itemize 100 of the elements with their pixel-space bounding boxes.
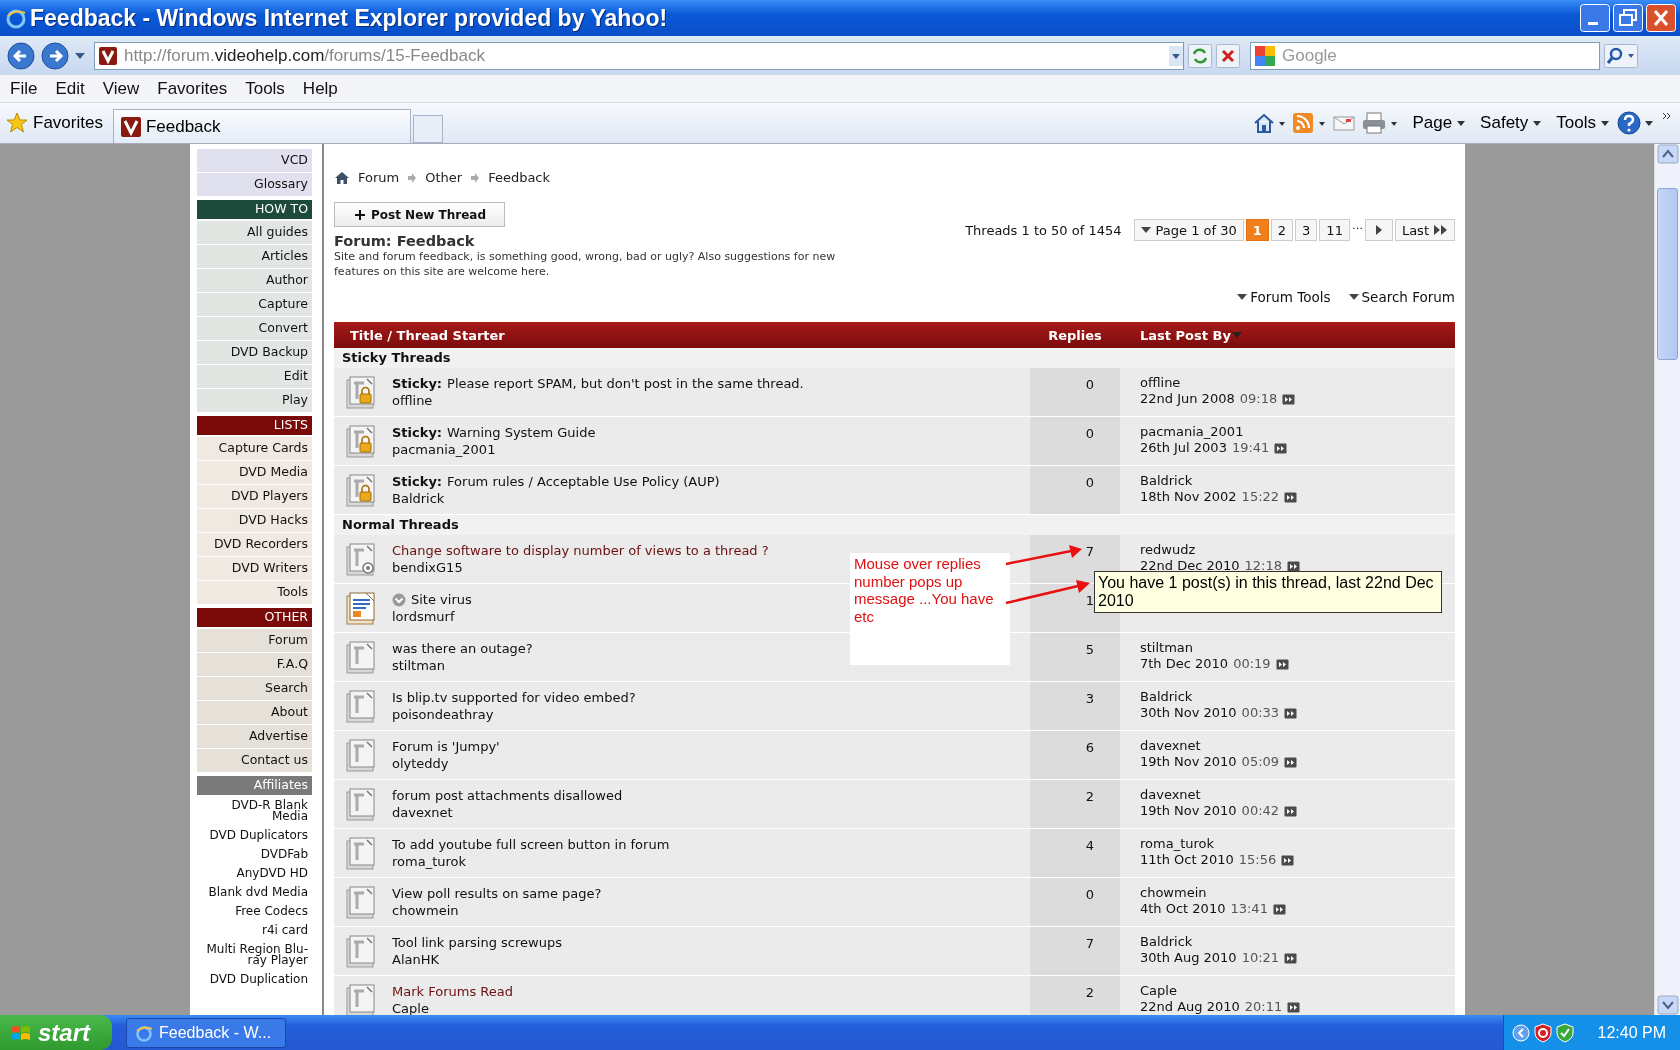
- reply-count[interactable]: 4: [1085, 838, 1094, 853]
- print-icon[interactable]: [1362, 111, 1399, 135]
- page-dropdown[interactable]: Page 1 of 30: [1133, 219, 1244, 241]
- last-poster[interactable]: roma_turok: [1140, 836, 1455, 852]
- reply-count[interactable]: 2: [1085, 985, 1094, 1000]
- thread-starter[interactable]: chowmein: [392, 902, 602, 919]
- taskbar-button[interactable]: Feedback - W...: [126, 1017, 287, 1048]
- reply-count[interactable]: 2: [1085, 789, 1094, 804]
- last-page-link[interactable]: Last: [1394, 219, 1455, 241]
- column-header[interactable]: Last Post By: [1120, 327, 1455, 343]
- stop-icon[interactable]: [1216, 43, 1240, 68]
- last-poster[interactable]: pacmania_2001: [1140, 424, 1455, 440]
- sidebar-link[interactable]: Forum: [197, 629, 312, 652]
- reply-count[interactable]: 7: [1085, 936, 1094, 951]
- go-to-last-post-icon[interactable]: [1287, 560, 1300, 572]
- last-poster[interactable]: chowmein: [1140, 885, 1455, 901]
- sidebar-link[interactable]: DVD Backup: [197, 341, 312, 364]
- thread-title[interactable]: Change software to display number of views to a thread ?: [392, 542, 769, 559]
- thread-title[interactable]: Warning System Guide: [447, 424, 596, 441]
- caret-icon[interactable]: [74, 50, 86, 61]
- thread-starter[interactable]: lordsmurf: [392, 608, 472, 625]
- sidebar-link[interactable]: Tools: [197, 581, 312, 604]
- sidebar-link[interactable]: Advertise: [197, 725, 312, 748]
- home-icon[interactable]: [1252, 111, 1287, 135]
- menu-item[interactable]: File: [10, 78, 38, 99]
- sidebar-link[interactable]: DVD Players: [197, 485, 312, 508]
- menu-button[interactable]: Tools: [1556, 113, 1610, 133]
- thread-starter[interactable]: roma_turok: [392, 853, 670, 870]
- post-thread-button[interactable]: Post New Thread: [334, 202, 505, 227]
- breadcrumb-link[interactable]: Feedback: [488, 170, 551, 185]
- thread-starter[interactable]: AlanHK: [392, 951, 562, 968]
- favorites-button[interactable]: Favorites: [0, 112, 113, 134]
- reply-count[interactable]: 7: [1085, 544, 1094, 559]
- sidebar-link[interactable]: Search: [197, 677, 312, 700]
- sidebar-link[interactable]: DVD Writers: [197, 557, 312, 580]
- go-to-last-post-icon[interactable]: [1284, 756, 1298, 768]
- sidebar-link[interactable]: DVD Recorders: [197, 533, 312, 556]
- shield-check-icon[interactable]: [1555, 1022, 1574, 1043]
- go-to-last-post-icon[interactable]: [1274, 442, 1288, 454]
- go-to-last-post-icon[interactable]: [1284, 952, 1298, 964]
- reply-count[interactable]: 0: [1085, 887, 1094, 902]
- thread-starter[interactable]: bendixG15: [392, 559, 769, 576]
- close-icon[interactable]: [1646, 4, 1676, 32]
- page-link[interactable]: 2: [1270, 219, 1294, 241]
- menu-button[interactable]: Page: [1412, 113, 1467, 133]
- thread-title[interactable]: Forum is 'Jumpy': [392, 738, 500, 755]
- search-icon[interactable]: [1604, 43, 1638, 68]
- refresh-icon[interactable]: [1188, 43, 1212, 68]
- go-to-last-post-icon[interactable]: [1284, 707, 1298, 719]
- sidebar-link[interactable]: DVD Hacks: [197, 509, 312, 532]
- thread-starter[interactable]: pacmania_2001: [392, 441, 596, 458]
- thread-title[interactable]: To add youtube full screen button in forum: [392, 836, 670, 853]
- last-poster[interactable]: Baldrick: [1140, 473, 1455, 489]
- thread-title[interactable]: was there an outage?: [392, 640, 533, 657]
- menu-item[interactable]: Edit: [55, 78, 85, 99]
- menu-item[interactable]: Favorites: [157, 78, 228, 99]
- sidebar-link[interactable]: Capture: [197, 293, 312, 316]
- sidebar-link[interactable]: Play: [197, 389, 312, 412]
- go-to-last-post-icon[interactable]: [1284, 805, 1298, 817]
- page-link[interactable]: 3: [1295, 219, 1318, 241]
- thread-starter[interactable]: olyteddy: [392, 755, 500, 772]
- thread-starter[interactable]: Baldrick: [392, 490, 720, 507]
- go-to-last-post-icon[interactable]: [1272, 903, 1286, 915]
- reply-count[interactable]: 0: [1085, 475, 1094, 490]
- expand-tray-icon[interactable]: [1511, 1023, 1530, 1042]
- sidebar-link[interactable]: Author: [197, 269, 312, 292]
- sidebar-link[interactable]: DVD Media: [197, 461, 312, 484]
- sidebar-link[interactable]: Articles: [197, 245, 312, 268]
- reply-count[interactable]: 5: [1085, 642, 1094, 657]
- menu-item[interactable]: Help: [302, 78, 338, 99]
- last-poster[interactable]: redwudz: [1140, 542, 1455, 558]
- address-field[interactable]: http://forum.videohelp.com/forums/15-Feedback: [94, 41, 1184, 70]
- sidebar-link[interactable]: About: [197, 701, 312, 724]
- breadcrumb-link[interactable]: Forum: [358, 170, 400, 185]
- reply-count[interactable]: 0: [1085, 426, 1094, 441]
- last-poster[interactable]: Baldrick: [1140, 689, 1455, 705]
- thread-title[interactable]: forum post attachments disallowed: [392, 787, 623, 804]
- dropdown-icon[interactable]: [1169, 45, 1183, 66]
- next-page-button[interactable]: [1364, 219, 1393, 241]
- thread-starter[interactable]: poisondeathray: [392, 706, 636, 723]
- go-to-last-post-icon[interactable]: [1275, 658, 1289, 670]
- thread-title[interactable]: View poll results on same page?: [392, 885, 602, 902]
- thread-starter[interactable]: offline: [392, 392, 804, 409]
- reply-count[interactable]: 1: [1085, 593, 1094, 608]
- last-poster[interactable]: offline: [1140, 375, 1455, 391]
- last-poster[interactable]: Baldrick: [1140, 934, 1455, 950]
- scroll-down-icon[interactable]: [1656, 995, 1679, 1015]
- go-to-last-post-icon[interactable]: [1282, 393, 1296, 405]
- last-poster[interactable]: davexnet: [1140, 787, 1455, 803]
- last-poster[interactable]: davexnet: [1140, 738, 1455, 754]
- thread-starter[interactable]: stiltman: [392, 657, 533, 674]
- sidebar-link[interactable]: Edit: [197, 365, 312, 388]
- sidebar-link[interactable]: F.A.Q: [197, 653, 312, 676]
- last-poster[interactable]: stiltman: [1140, 640, 1455, 656]
- page-link[interactable]: 11: [1319, 219, 1350, 241]
- restore-icon[interactable]: [1613, 4, 1643, 32]
- reply-count[interactable]: 6: [1085, 740, 1094, 755]
- scroll-thumb[interactable]: [1657, 188, 1678, 360]
- back-icon[interactable]: [6, 41, 36, 70]
- minimize-icon[interactable]: [1580, 4, 1610, 32]
